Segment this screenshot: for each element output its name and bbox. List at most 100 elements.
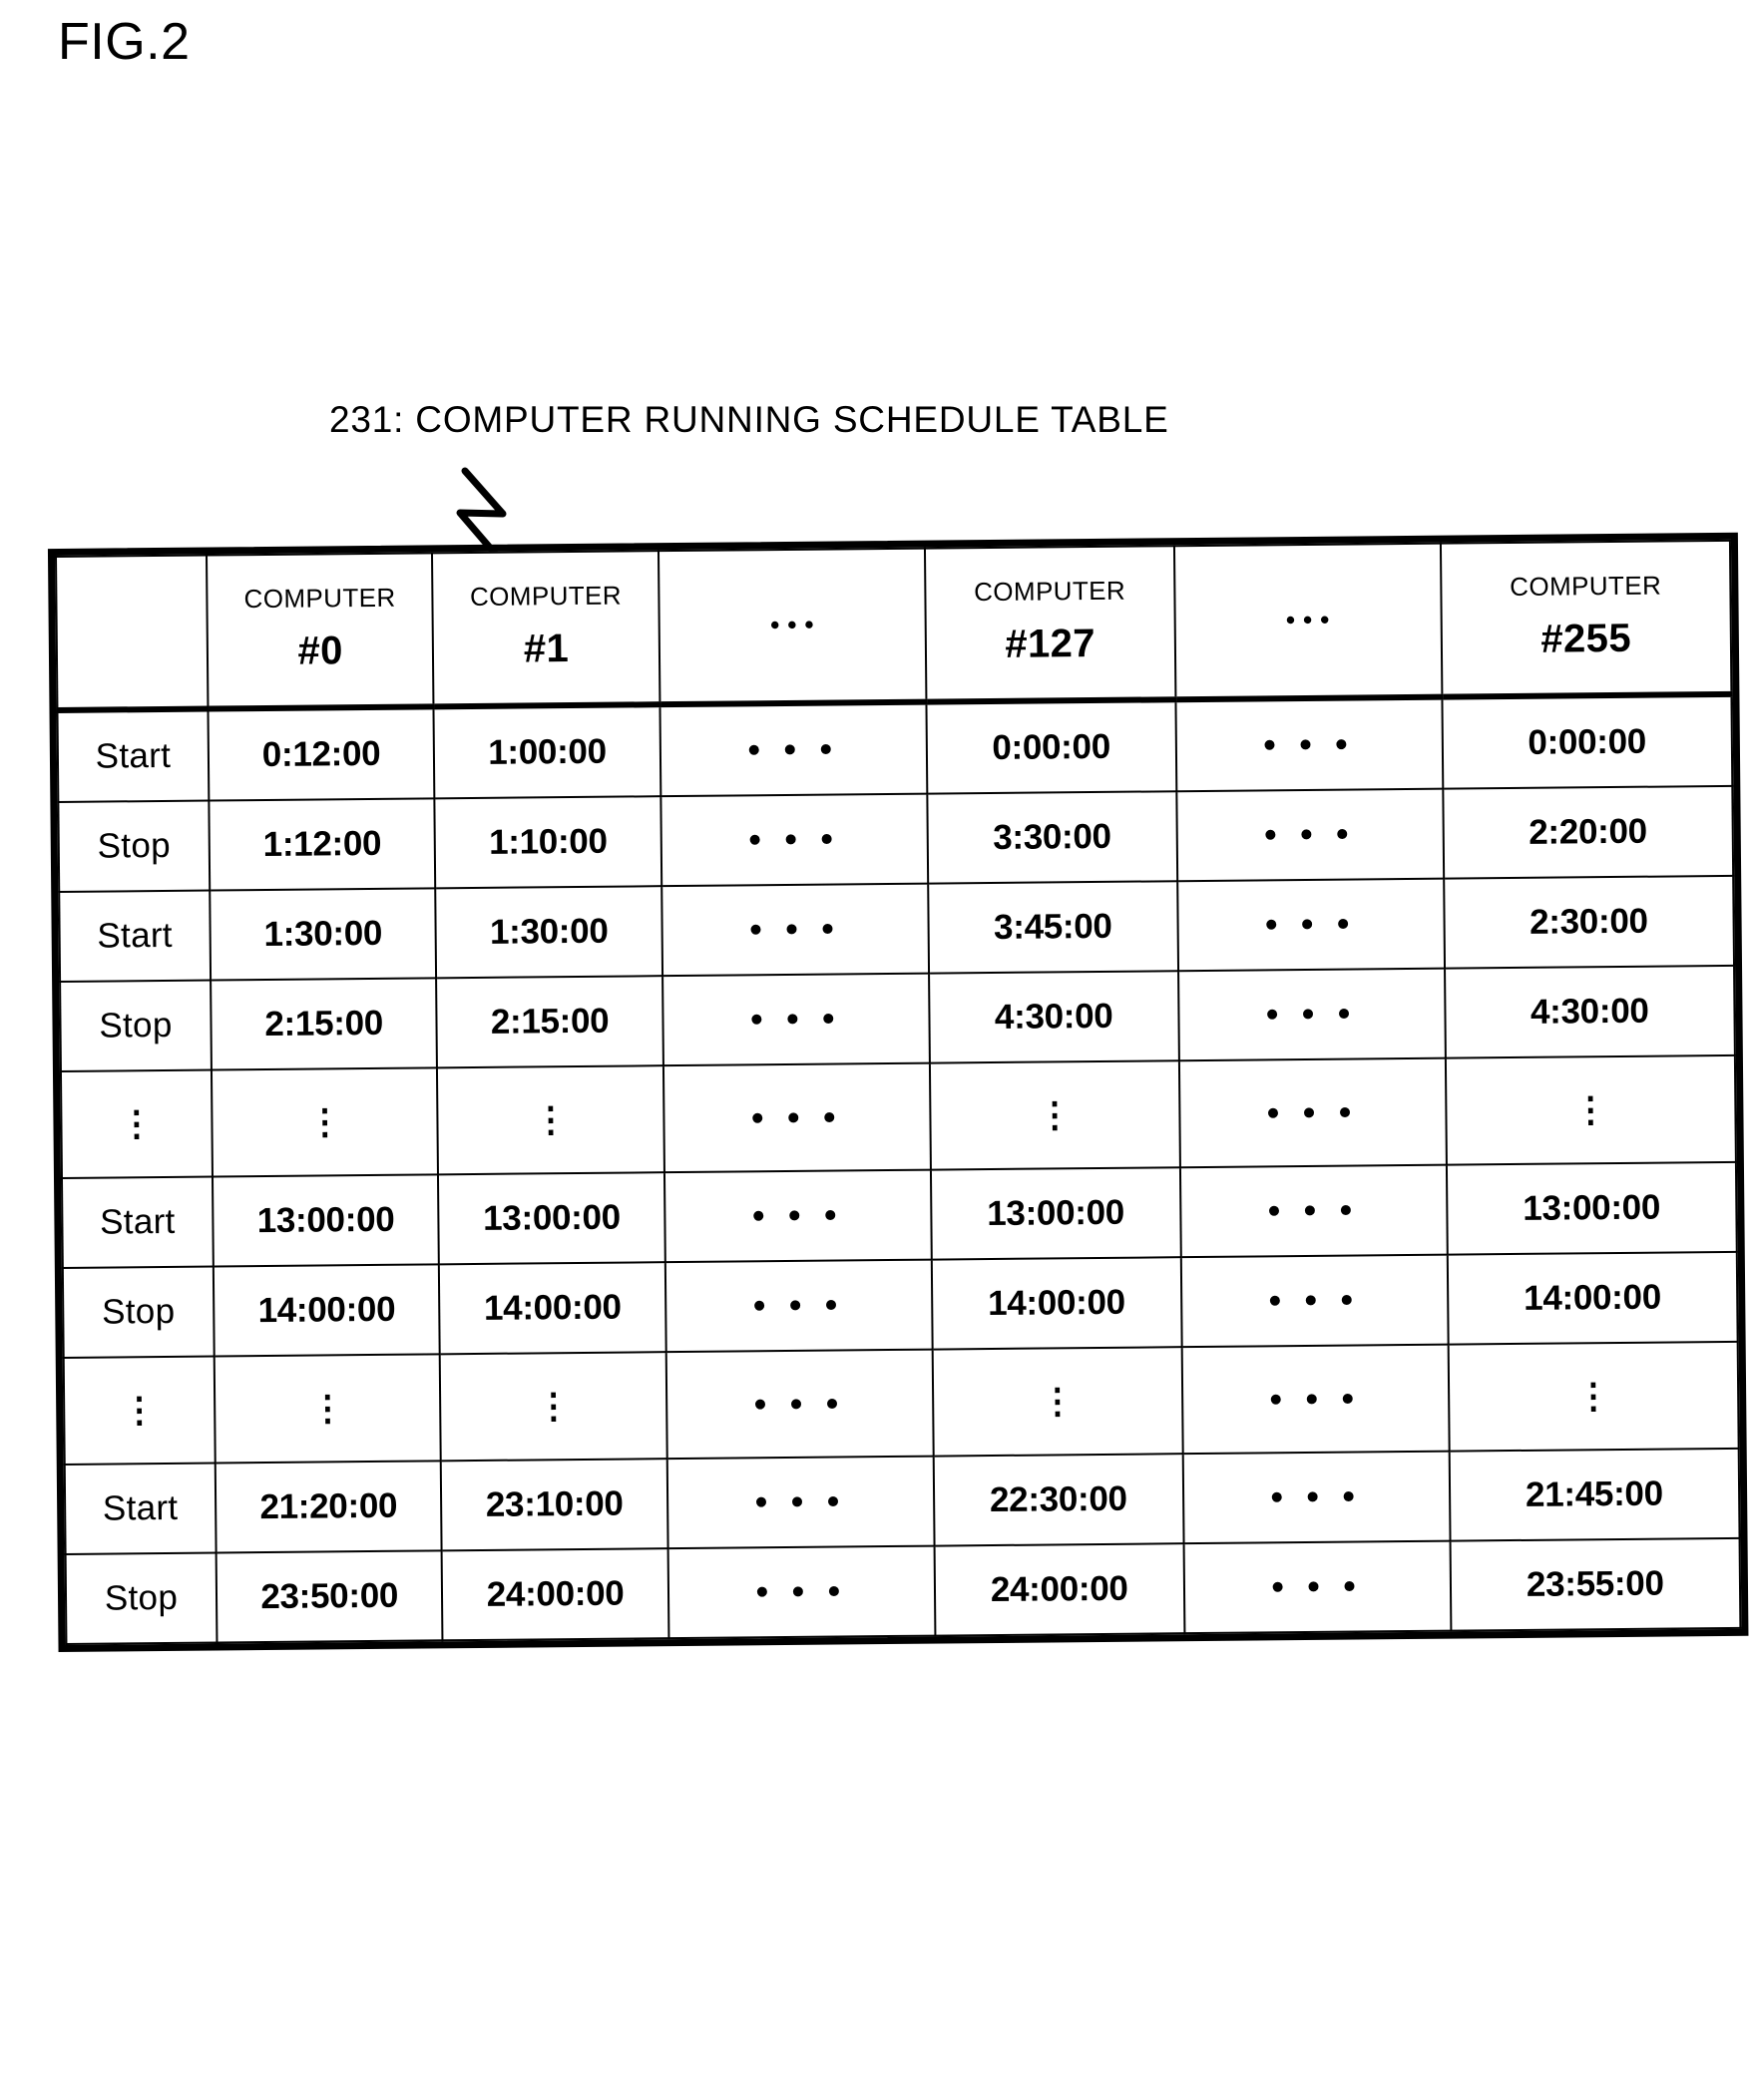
column-header-name: COMPUTER [243,582,396,615]
row-label-start: Start [57,708,210,802]
cell-ellipsis-horizontal: • • • [1183,1540,1452,1634]
column-header-number: #1 [523,626,570,671]
cell-ellipsis-horizontal: • • • [1175,788,1444,882]
cell-time-value: 0:00:00 [1442,693,1733,789]
schedule-table: COMPUTER #0 COMPUTER #1 • • • COMPUTER #127 • •… [47,532,1749,1653]
cell-ellipsis-vertical: ⋮ [929,1060,1180,1170]
cell-ellipsis-vertical: ⋮ [932,1347,1183,1457]
row-label-stop: Stop [65,1552,218,1644]
cell-time-value: 2:15:00 [211,978,438,1070]
cell-ellipsis-horizontal: • • • [661,883,929,977]
cell-time-value: 23:10:00 [441,1459,668,1551]
cell-time-value: 23:50:00 [216,1550,443,1643]
cell-time-value: 14:00:00 [1447,1251,1738,1345]
table-row: Stop 2:15:00 2:15:00 • • • 4:30:00 • • • 4:30:… [60,965,1735,1071]
cell-ellipsis-horizontal: • • • [1181,1344,1450,1455]
cell-ellipsis-horizontal: • • • [661,973,930,1066]
cell-ellipsis-horizontal: • • • [659,701,928,797]
table-row: Start 21:20:00 23:10:00 • • • 22:30:00 • • • 2… [64,1448,1740,1554]
table-corner-cell [56,555,209,710]
cell-time-value: 1:30:00 [210,888,437,981]
cell-time-value: 14:00:00 [931,1257,1182,1350]
cell-time-value: 14:00:00 [213,1264,441,1357]
cell-ellipsis-horizontal: • • • [666,1456,935,1549]
cell-time-value: 0:00:00 [926,699,1176,794]
cell-ellipsis-vertical: ⋮ [214,1354,442,1464]
cell-time-value: 1:10:00 [434,796,662,889]
header-ellipsis-cell: • • • [657,548,927,705]
cell-time-value: 1:30:00 [435,886,662,979]
cell-ellipsis-horizontal: • • • [1182,1451,1451,1544]
column-header-computer: COMPUTER #0 [206,553,434,709]
cell-ellipsis-horizontal: • • • [664,1259,933,1353]
cell-time-value: 0:12:00 [208,706,435,801]
computer-running-schedule-table: COMPUTER #0 COMPUTER #1 • • • COMPUTER #127 • •… [47,532,1749,1653]
cell-time-value: 2:30:00 [1443,875,1735,969]
column-header-name: COMPUTER [469,580,623,613]
cell-time-value: 4:30:00 [1444,965,1735,1058]
cell-time-value: 24:00:00 [441,1548,669,1641]
table-header-row: COMPUTER #0 COMPUTER #1 • • • COMPUTER #127 • •… [56,540,1732,710]
table-row: Start 13:00:00 13:00:00 • • • 13:00:00 • • • 1… [61,1161,1737,1268]
cell-time-value: 4:30:00 [928,971,1179,1063]
cell-time-value: 2:20:00 [1442,785,1734,879]
cell-ellipsis-vertical: ⋮ [211,1067,439,1177]
table-row: Stop 14:00:00 14:00:00 • • • 14:00:00 • • • 14… [62,1251,1738,1358]
cell-ellipsis-horizontal: • • • [660,793,929,887]
column-header-computer: COMPUTER #1 [432,551,660,707]
table-ellipsis-row: ⋮ ⋮ ⋮ • • • ⋮ • • • ⋮ [60,1054,1736,1178]
table-row: Stop 23:50:00 24:00:00 • • • 24:00:00 • • • 23… [65,1537,1741,1644]
cell-time-value: 1:00:00 [433,704,661,799]
row-label-start: Start [59,890,212,982]
cell-time-value: 21:20:00 [215,1461,442,1553]
column-header-number: #127 [1005,621,1096,666]
cell-time-value: 13:00:00 [930,1167,1181,1260]
cell-ellipsis-horizontal: • • • [1180,1254,1449,1348]
cell-ellipsis-horizontal: • • • [1176,878,1445,972]
cell-time-value: 13:00:00 [438,1172,665,1265]
cell-ellipsis-horizontal: • • • [1179,1164,1448,1258]
row-label-ellipsis: ⋮ [60,1069,213,1178]
row-label-stop: Stop [62,1266,215,1358]
cell-ellipsis-horizontal: • • • [1177,968,1446,1061]
cell-ellipsis-vertical: ⋮ [1448,1341,1739,1452]
table-row: Stop 1:12:00 1:10:00 • • • 3:30:00 • • • 2:20:… [58,785,1734,892]
column-header-name: COMPUTER [1510,570,1662,603]
column-header-number: #255 [1540,616,1632,661]
column-header-computer: COMPUTER #127 [924,546,1175,702]
cell-ellipsis-horizontal: • • • [1174,696,1443,792]
table-ellipsis-row: ⋮ ⋮ ⋮ • • • ⋮ • • • ⋮ [63,1341,1739,1465]
row-label-ellipsis: ⋮ [63,1356,216,1465]
cell-ellipsis-horizontal: • • • [667,1545,936,1639]
cell-time-value: 2:15:00 [436,976,663,1068]
cell-ellipsis-vertical: ⋮ [440,1352,667,1462]
row-label-stop: Stop [60,980,212,1071]
cell-time-value: 24:00:00 [934,1543,1184,1636]
cell-time-value: 13:00:00 [212,1174,440,1267]
cell-time-value: 22:30:00 [933,1454,1184,1546]
row-label-start: Start [61,1176,214,1268]
table-row: Start 0:12:00 1:00:00 • • • 0:00:00 • • • 0:00… [57,693,1733,802]
figure-label: FIG.2 [58,13,191,71]
column-header-name: COMPUTER [973,575,1126,608]
cell-time-value: 21:45:00 [1449,1448,1740,1541]
column-header-number: #0 [297,629,343,673]
header-ellipsis-cell: • • • [1173,543,1443,700]
cell-time-value: 1:12:00 [209,798,436,891]
cell-ellipsis-horizontal: • • • [665,1349,934,1460]
cell-ellipsis-vertical: ⋮ [1445,1054,1736,1165]
cell-time-value: 3:30:00 [927,791,1177,884]
cell-ellipsis-horizontal: • • • [662,1062,931,1173]
cell-time-value: 14:00:00 [439,1262,666,1355]
cell-time-value: 13:00:00 [1446,1161,1737,1255]
cell-ellipsis-vertical: ⋮ [437,1065,664,1175]
cell-time-value: 3:45:00 [928,881,1178,974]
column-header-computer: COMPUTER #255 [1440,540,1732,697]
row-label-stop: Stop [58,800,211,892]
cell-ellipsis-horizontal: • • • [663,1169,932,1263]
cell-time-value: 23:55:00 [1450,1537,1741,1631]
figure-caption: 231: COMPUTER RUNNING SCHEDULE TABLE [329,399,1169,440]
row-label-start: Start [64,1463,217,1554]
cell-ellipsis-horizontal: • • • [1178,1057,1447,1168]
table-row: Start 1:30:00 1:30:00 • • • 3:45:00 • • • 2:30… [59,875,1735,982]
